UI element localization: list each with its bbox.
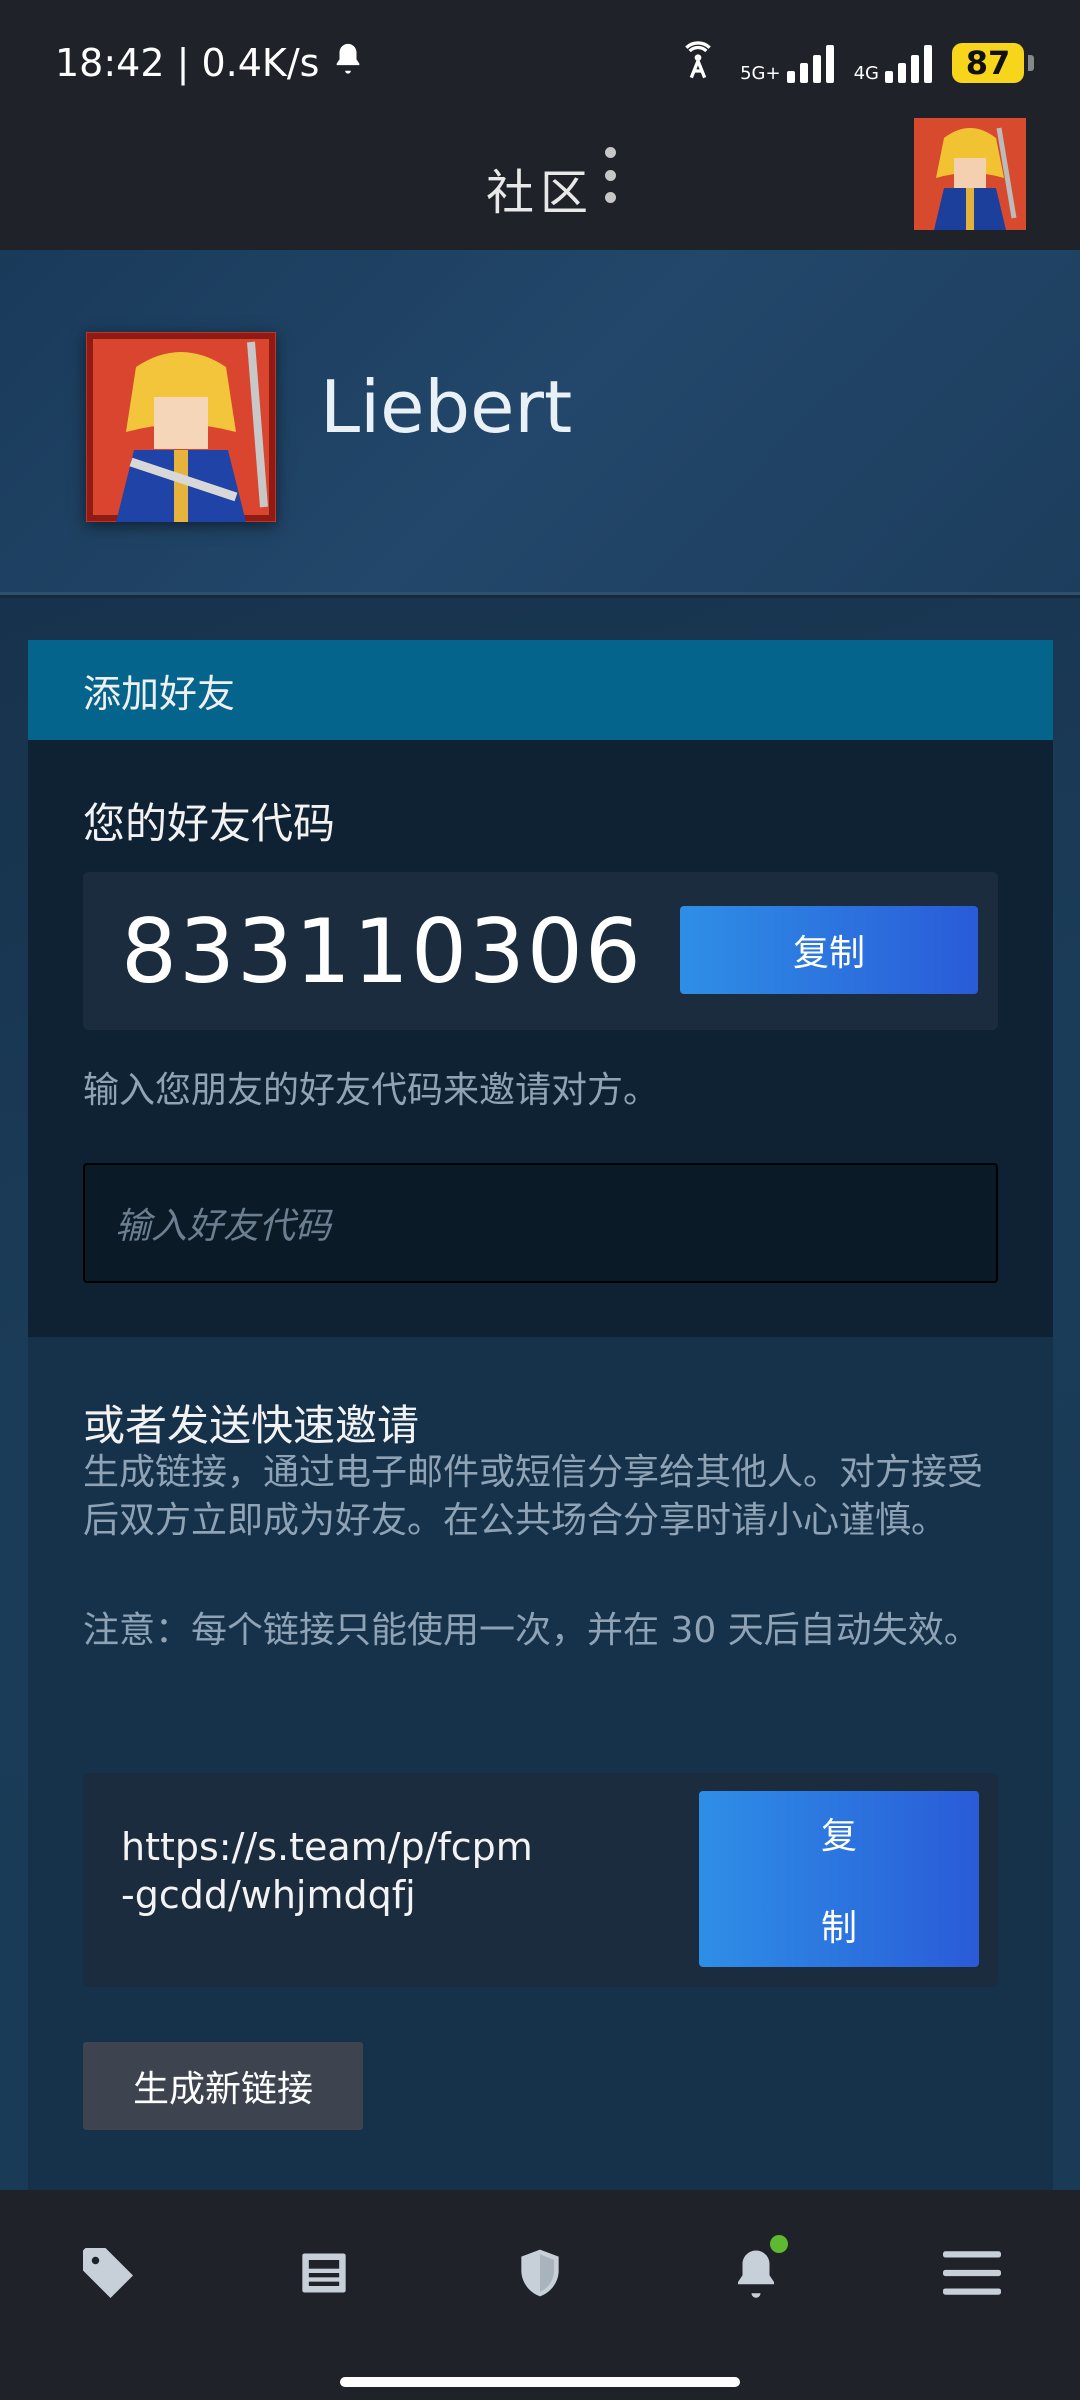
profile-avatar[interactable]: [86, 332, 276, 522]
friend-code-input[interactable]: 输入好友代码: [83, 1163, 998, 1283]
card-header-title: 添加好友: [83, 671, 236, 716]
profile-name[interactable]: Liebert: [320, 365, 572, 449]
copy-link-label-1: 复: [820, 1816, 857, 1857]
copy-code-label: 复制: [792, 933, 865, 974]
news-icon[interactable]: [284, 2233, 364, 2313]
invite-link[interactable]: https://s.team/p/fcpm-gcdd/whjmdqfj: [121, 1823, 541, 1919]
quick-invite-description: 生成链接，通过电子邮件或短信分享给其他人。对方接受后双方立即成为好友。在公共场合…: [83, 1452, 984, 1541]
add-friend-card: 添加好友 您的好友代码 833110306 复制 输入您朋友的好友代码来邀请对方…: [28, 640, 1053, 2190]
hotspot-icon: [676, 40, 720, 85]
bottom-nav: [0, 2190, 1080, 2355]
friend-code-placeholder: 输入好友代码: [115, 1206, 332, 1247]
bell-icon[interactable]: [716, 2233, 796, 2313]
invite-link-box: https://s.team/p/fcpm-gcdd/whjmdqfj 复 制: [83, 1773, 998, 1987]
battery-icon: 87: [952, 42, 1034, 83]
network-4g-label: 4G: [853, 62, 879, 84]
quick-invite-note: 注意：每个链接只能使用一次，并在 30 天后自动失效。: [83, 1610, 980, 1651]
menu-icon[interactable]: [932, 2233, 1012, 2313]
gesture-area: [0, 2355, 1080, 2400]
gesture-bar[interactable]: [340, 2377, 740, 2387]
copy-code-button[interactable]: 复制: [680, 906, 978, 994]
generate-link-button[interactable]: 生成新链接: [83, 2042, 363, 2130]
copy-link-button[interactable]: 复 制: [699, 1791, 979, 1967]
signal-4g: 4G: [854, 43, 932, 83]
app-header: 社区: [0, 118, 1080, 250]
quick-invite-section: 或者发送快速邀请 生成链接，通过电子邮件或短信分享给其他人。对方接受后双方立即成…: [28, 1337, 1053, 2190]
your-code-label: 您的好友代码: [83, 799, 336, 848]
shield-icon[interactable]: [500, 2233, 580, 2313]
profile-banner: Liebert: [0, 250, 1080, 595]
bell-status-icon: [331, 39, 365, 86]
card-header: 添加好友: [28, 640, 1053, 740]
status-time: 18:42 | 0.4K/s: [55, 40, 320, 85]
signal-bars-icon: [786, 43, 834, 83]
friend-code-value: 833110306: [121, 900, 643, 1003]
battery-level: 87: [965, 43, 1011, 82]
status-right: 5G+ 4G 87: [676, 40, 1034, 85]
more-options-icon[interactable]: [600, 147, 620, 203]
network-5g-label: 5G+: [740, 62, 781, 84]
avatar[interactable]: [914, 118, 1026, 230]
page-title: 社区: [485, 164, 594, 221]
page: 18:42 | 0.4K/s 5G+ 4G 87 社区 Liebert 添加好友…: [0, 0, 1080, 2400]
tag-icon[interactable]: [68, 2233, 148, 2313]
generate-link-label: 生成新链接: [132, 2069, 313, 2110]
notification-dot: [770, 2234, 788, 2253]
friend-code-box: 833110306 复制: [83, 872, 998, 1030]
signal-bars-icon: [885, 43, 932, 83]
invite-hint: 输入您朋友的好友代码来邀请对方。: [83, 1070, 660, 1111]
friend-code-section: 您的好友代码 833110306 复制 输入您朋友的好友代码来邀请对方。 输入好…: [28, 740, 1053, 1337]
signal-5g: 5G+: [740, 43, 834, 84]
quick-invite-title: 或者发送快速邀请: [83, 1401, 420, 1450]
copy-link-label-2: 制: [820, 1908, 857, 1949]
status-bar: 18:42 | 0.4K/s 5G+ 4G 87: [0, 0, 1080, 125]
status-left: 18:42 | 0.4K/s: [55, 39, 365, 86]
